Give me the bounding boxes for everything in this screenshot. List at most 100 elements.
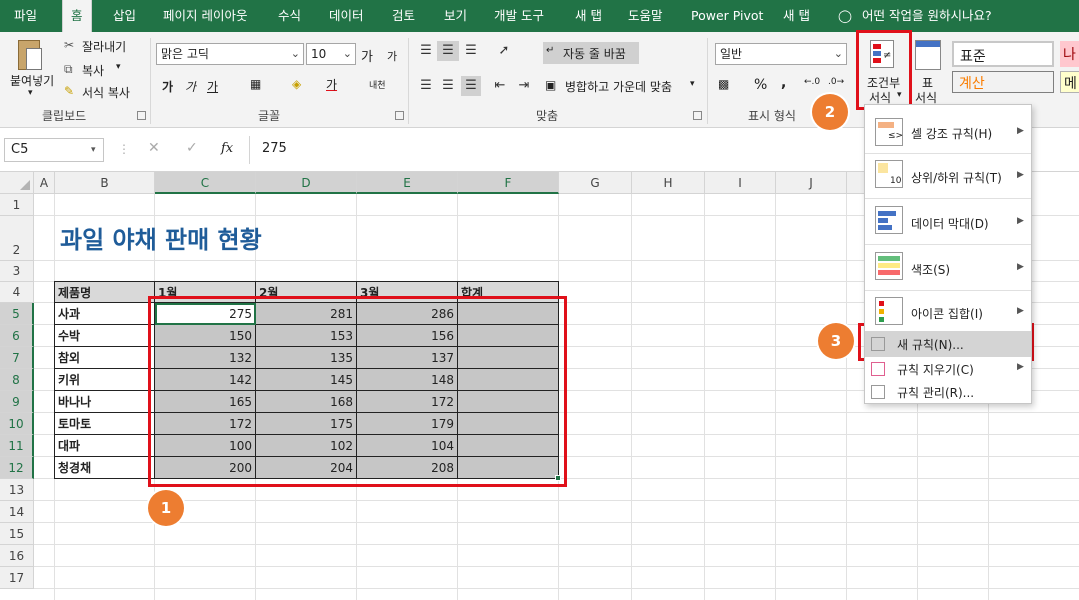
row-header[interactable]: 7 [0, 347, 34, 369]
cut-button[interactable]: 잘라내기 [82, 38, 126, 55]
grow-font-button[interactable]: 가 [361, 46, 373, 65]
menu-item-clear-rules[interactable]: 규칙 지우기(C) ▶ [865, 357, 1031, 381]
decrease-decimal-icon[interactable]: .0→ [828, 77, 844, 87]
row-header[interactable]: 16 [0, 545, 34, 567]
table-header-cell[interactable]: 제품명 [54, 281, 155, 303]
column-header[interactable]: D [256, 172, 357, 194]
tab-file[interactable]: 파일 [14, 0, 37, 32]
row-header[interactable]: 1 [0, 194, 34, 216]
italic-button[interactable]: 가 [185, 78, 196, 95]
tab-new-2[interactable]: 새 탭 [783, 0, 810, 32]
menu-item-data-bars[interactable]: 데이터 막대(D) ▶ [865, 201, 1031, 243]
phonetic-button[interactable]: 내천 [369, 78, 386, 91]
font-launcher-icon[interactable] [395, 111, 404, 120]
table-format-icon[interactable] [915, 40, 941, 70]
tab-page-layout[interactable]: 페이지 레이아웃 [163, 0, 247, 32]
percent-button[interactable]: % [754, 77, 767, 93]
tab-home[interactable]: 홈 [62, 0, 92, 32]
border-icon[interactable]: ▦ [250, 77, 261, 91]
product-name-cell[interactable]: 바나나 [54, 390, 155, 413]
clipboard-launcher-icon[interactable] [137, 111, 146, 120]
tab-review[interactable]: 검토 [392, 0, 415, 32]
row-header[interactable]: 12 [0, 457, 34, 479]
align-top-icon[interactable]: ☰ [416, 41, 436, 61]
column-header[interactable]: J [776, 172, 847, 194]
row-header[interactable]: 11 [0, 435, 34, 457]
style-calculation[interactable]: 계산 [952, 71, 1054, 93]
row-header[interactable]: 15 [0, 523, 34, 545]
align-right-icon[interactable]: ☰ [461, 76, 481, 96]
menu-item-highlight-rules[interactable]: ≤> 셀 강조 규칙(H) ▶ [865, 113, 1031, 153]
row-header[interactable]: 8 [0, 369, 34, 391]
align-bottom-icon[interactable]: ☰ [461, 41, 481, 61]
menu-item-icon-sets[interactable]: 아이콘 집합(I) ▶ [865, 293, 1031, 331]
product-name-cell[interactable]: 키위 [54, 368, 155, 391]
row-header[interactable]: 4 [0, 282, 34, 303]
product-name-cell[interactable]: 사과 [54, 302, 155, 325]
comma-button[interactable]: , [781, 75, 786, 91]
tab-developer[interactable]: 개발 도구 [494, 0, 544, 32]
product-name-cell[interactable]: 대파 [54, 434, 155, 457]
increase-decimal-icon[interactable]: ←.0 [804, 77, 820, 87]
tab-new-1[interactable]: 새 탭 [575, 0, 602, 32]
product-name-cell[interactable]: 참외 [54, 346, 155, 369]
product-name-cell[interactable]: 청경채 [54, 456, 155, 479]
column-header[interactable]: E [357, 172, 458, 194]
paste-button[interactable]: 붙여넣기 [10, 72, 54, 89]
format-painter-button[interactable]: 서식 복사 [82, 84, 130, 101]
style-bad[interactable]: 나 [1060, 41, 1079, 67]
menu-item-manage-rules[interactable]: 규칙 관리(R)... [865, 381, 1031, 403]
row-header[interactable]: 5 [0, 303, 34, 325]
bold-button[interactable]: 가 [162, 78, 173, 95]
style-memo[interactable]: 메 [1060, 71, 1079, 93]
column-header[interactable]: C [155, 172, 256, 194]
sheet-title[interactable]: 과일 야채 판매 현황 [60, 220, 262, 255]
menu-item-top-bottom[interactable]: 10 상위/하위 규칙(T) ▶ [865, 155, 1031, 197]
insert-function-icon[interactable]: fx [221, 141, 233, 156]
style-normal[interactable]: 표준 [952, 41, 1054, 67]
select-all-corner[interactable] [0, 172, 34, 194]
align-center-icon[interactable]: ☰ [437, 76, 459, 96]
increase-indent-icon[interactable]: ⇥ [514, 76, 534, 96]
tab-power-pivot[interactable]: Power Pivot [691, 0, 763, 32]
copy-chevron-icon[interactable]: ▾ [116, 62, 121, 72]
currency-icon[interactable]: ▩ [718, 77, 729, 91]
product-name-cell[interactable]: 수박 [54, 324, 155, 347]
tab-help[interactable]: 도움말 [628, 0, 663, 32]
tab-data[interactable]: 데이터 [329, 0, 364, 32]
cancel-icon[interactable]: ✕ [148, 140, 160, 156]
copy-button[interactable]: 복사 [82, 62, 104, 79]
alignment-launcher-icon[interactable] [693, 111, 702, 120]
row-header[interactable]: 3 [0, 261, 34, 282]
product-name-cell[interactable]: 토마토 [54, 412, 155, 435]
fill-color-icon[interactable]: ◈ [292, 77, 301, 91]
merge-center-button[interactable]: 병합하고 가운데 맞춤 [565, 78, 672, 95]
row-header[interactable]: 10 [0, 413, 34, 435]
merge-icon[interactable]: ▣ [545, 78, 556, 92]
align-middle-icon[interactable]: ☰ [437, 41, 459, 61]
font-name-combo[interactable]: 맑은 고딕 ⌄ [156, 43, 304, 65]
align-left-icon[interactable]: ☰ [416, 76, 436, 96]
tab-view[interactable]: 보기 [444, 0, 467, 32]
row-header[interactable]: 9 [0, 391, 34, 413]
formula-input[interactable]: 275 [262, 141, 287, 156]
row-header[interactable]: 6 [0, 325, 34, 347]
shrink-font-button[interactable]: 가 [387, 48, 397, 64]
decrease-indent-icon[interactable]: ⇤ [490, 76, 510, 96]
merge-chevron-icon[interactable]: ▾ [690, 79, 695, 89]
menu-item-new-rule[interactable]: 새 규칙(N)... [865, 331, 1031, 357]
paste-icon[interactable] [14, 38, 44, 74]
row-header[interactable]: 14 [0, 501, 34, 523]
font-color-button[interactable]: 가 [326, 76, 337, 93]
column-header[interactable]: G [559, 172, 632, 194]
enter-icon[interactable]: ✓ [186, 140, 198, 156]
paste-chevron-icon[interactable]: ▾ [28, 88, 33, 98]
column-header[interactable]: H [632, 172, 705, 194]
tab-formulas[interactable]: 수식 [278, 0, 301, 32]
tell-me-search[interactable]: 어떤 작업을 원하시나요? [862, 0, 992, 32]
column-header[interactable]: B [55, 172, 155, 194]
underline-button[interactable]: 가 [207, 78, 218, 95]
column-header[interactable]: F [458, 172, 559, 194]
column-header[interactable]: A [34, 172, 55, 194]
number-format-combo[interactable]: 일반 ⌄ [715, 43, 847, 65]
